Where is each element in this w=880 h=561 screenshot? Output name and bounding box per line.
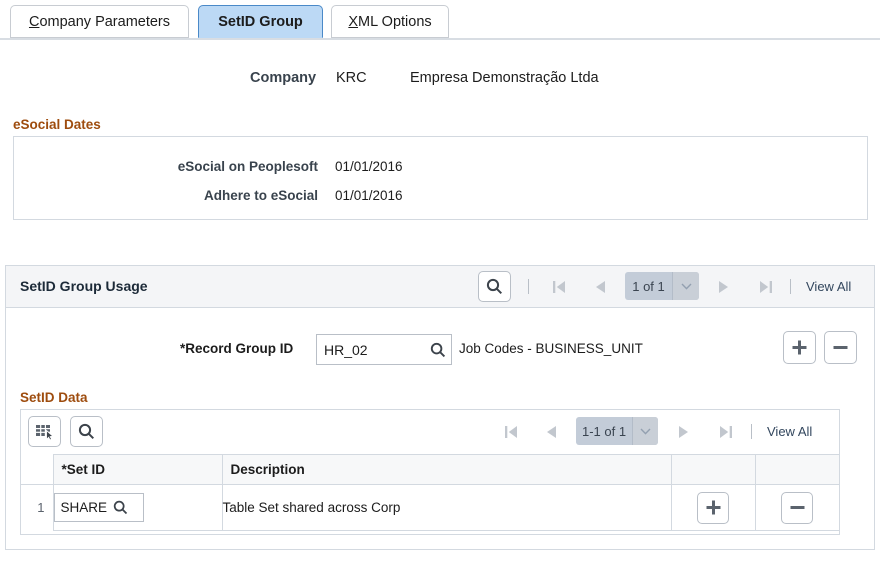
record-group-id-lookup-button[interactable] xyxy=(425,342,451,358)
previous-page-icon xyxy=(595,280,606,294)
usage-pager-divider-right xyxy=(790,279,791,294)
column-header-description: Description xyxy=(222,455,671,485)
tab-company-parameters-label: Company Parameters xyxy=(29,14,170,30)
setid-data-next-page-button[interactable] xyxy=(678,425,689,439)
usage-last-page-button[interactable] xyxy=(759,280,772,294)
setid-data-first-page-button[interactable] xyxy=(505,425,518,439)
cell-description: Table Set shared across Corp xyxy=(222,485,671,531)
setid-data-previous-page-button[interactable] xyxy=(546,425,557,439)
usage-search-button[interactable] xyxy=(478,271,511,302)
setid-data-personalize-button[interactable] xyxy=(28,416,61,447)
row-delete-button[interactable] xyxy=(781,492,813,524)
column-header-delete xyxy=(755,455,839,485)
setid-data-pager-divider xyxy=(751,424,752,439)
table-header-row: *Set ID Description xyxy=(21,455,839,485)
next-page-icon xyxy=(678,425,689,439)
first-page-icon xyxy=(505,425,518,439)
usage-page-counter-dropdown[interactable] xyxy=(672,272,699,300)
setid-input[interactable] xyxy=(55,494,107,521)
company-code: KRC xyxy=(336,70,367,86)
table-row: 1 Table Set shared across xyxy=(21,485,839,531)
company-label: Company xyxy=(250,70,316,86)
tab-xml-options-label: XML Options xyxy=(348,14,431,30)
setid-data-grid: 1-1 of 1 View All xyxy=(20,409,840,535)
setid-data-toolbar: 1-1 of 1 View All xyxy=(21,410,839,454)
setid-data-table: *Set ID Description 1 xyxy=(21,454,840,531)
company-name: Empresa Demonstração Ltda xyxy=(410,70,599,86)
usage-view-all-link[interactable]: View All xyxy=(806,279,851,294)
usage-pager-divider-left xyxy=(528,279,529,294)
search-icon xyxy=(113,500,128,515)
record-group-id-label: *Record Group ID xyxy=(180,341,293,356)
setid-group-page: Company Parameters SetID Group XML Optio… xyxy=(0,0,880,561)
last-page-icon xyxy=(719,425,732,439)
setid-data-last-page-button[interactable] xyxy=(719,425,732,439)
setid-lookup-button[interactable] xyxy=(107,500,135,515)
esocial-on-peoplesoft-label: eSocial on Peoplesoft xyxy=(74,159,318,174)
usage-first-page-button[interactable] xyxy=(553,280,566,294)
usage-page-counter[interactable]: 1 of 1 xyxy=(625,272,699,300)
setid-data-find-button[interactable] xyxy=(70,416,103,447)
search-icon xyxy=(78,423,95,440)
company-row: Company KRC Empresa Demonstração Ltda xyxy=(0,70,880,94)
adhere-to-esocial-value: 01/01/2016 xyxy=(335,188,403,203)
setid-data-heading: SetID Data xyxy=(20,390,88,405)
search-icon xyxy=(486,278,503,295)
setid-data-page-counter-dropdown[interactable] xyxy=(632,417,658,445)
minus-icon xyxy=(789,499,806,516)
adhere-to-esocial-label: Adhere to eSocial xyxy=(74,188,318,203)
setid-data-page-counter-text: 1-1 of 1 xyxy=(576,424,632,439)
tab-company-parameters[interactable]: Company Parameters xyxy=(10,5,189,38)
tab-bar: Company Parameters SetID Group XML Optio… xyxy=(0,0,880,40)
cell-setid xyxy=(53,485,222,531)
column-header-rownum xyxy=(21,455,53,485)
row-number: 1 xyxy=(21,485,53,531)
setid-group-usage-title: SetID Group Usage xyxy=(20,278,148,294)
tab-xml-options[interactable]: XML Options xyxy=(331,5,449,38)
record-group-id-input[interactable] xyxy=(317,335,425,364)
usage-previous-page-button[interactable] xyxy=(595,280,606,294)
chevron-down-icon xyxy=(640,428,651,435)
cell-add xyxy=(671,485,755,531)
esocial-dates-panel: eSocial on Peoplesoft 01/01/2016 Adhere … xyxy=(13,136,868,220)
esocial-on-peoplesoft-value: 01/01/2016 xyxy=(335,159,403,174)
record-group-delete-button[interactable] xyxy=(824,331,857,364)
column-header-setid: *Set ID xyxy=(53,455,222,485)
record-group-description: Job Codes - BUSINESS_UNIT xyxy=(459,341,643,356)
record-group-id-field[interactable] xyxy=(316,334,452,365)
first-page-icon xyxy=(553,280,566,294)
last-page-icon xyxy=(759,280,772,294)
setid-group-usage-header: SetID Group Usage xyxy=(6,266,874,308)
usage-next-page-button[interactable] xyxy=(718,280,729,294)
next-page-icon xyxy=(718,280,729,294)
minus-icon xyxy=(832,339,849,356)
tab-setid-group[interactable]: SetID Group xyxy=(198,5,323,38)
setid-data-page-counter[interactable]: 1-1 of 1 xyxy=(576,417,658,445)
chevron-down-icon xyxy=(681,283,692,290)
record-group-add-button[interactable] xyxy=(783,331,816,364)
setid-data-view-all-link[interactable]: View All xyxy=(767,424,812,439)
tab-setid-group-label: SetID Group xyxy=(218,14,303,30)
grid-personalize-icon xyxy=(35,423,54,440)
search-icon xyxy=(430,342,446,358)
previous-page-icon xyxy=(546,425,557,439)
column-header-add xyxy=(671,455,755,485)
usage-page-counter-text: 1 of 1 xyxy=(625,279,672,294)
esocial-dates-heading: eSocial Dates xyxy=(13,117,101,132)
plus-icon xyxy=(791,339,808,356)
cell-delete xyxy=(755,485,839,531)
plus-icon xyxy=(705,499,722,516)
row-add-button[interactable] xyxy=(697,492,729,524)
setid-field[interactable] xyxy=(54,493,144,522)
